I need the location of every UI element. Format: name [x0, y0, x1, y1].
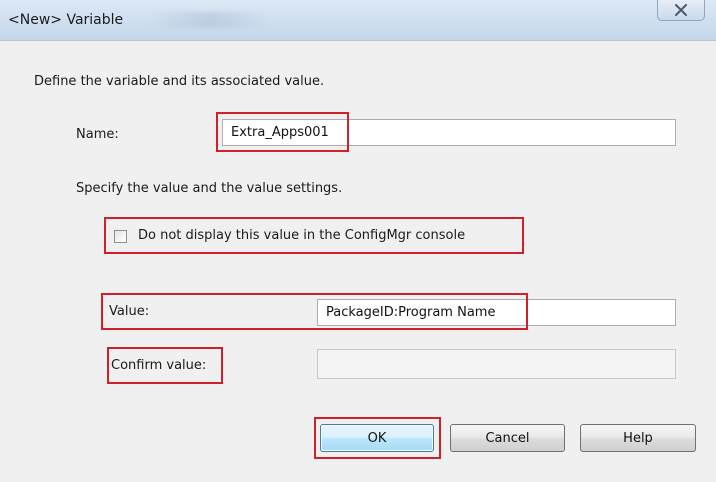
window-title: <New> Variable	[8, 12, 124, 28]
help-button[interactable]: Help	[580, 424, 696, 452]
value-input[interactable]	[317, 299, 676, 326]
ok-button[interactable]: OK	[320, 424, 434, 452]
confirm-value-input[interactable]	[317, 349, 676, 379]
settings-text: Specify the value and the value settings…	[76, 181, 343, 196]
name-label: Name:	[76, 127, 119, 142]
intro-text: Define the variable and its associated v…	[34, 74, 325, 89]
close-button[interactable]	[657, 0, 705, 21]
title-bar[interactable]: <New> Variable	[0, 0, 716, 40]
close-icon	[675, 4, 687, 16]
value-label: Value:	[109, 304, 150, 319]
confirm-value-label: Confirm value:	[111, 358, 207, 373]
title-blur-overlay	[150, 12, 270, 28]
name-input[interactable]	[222, 119, 676, 146]
cancel-button[interactable]: Cancel	[450, 424, 565, 452]
variable-dialog: <New> Variable Define the variable and i…	[0, 0, 716, 482]
dialog-body: Define the variable and its associated v…	[0, 40, 716, 482]
hide-value-label[interactable]: Do not display this value in the ConfigM…	[138, 228, 465, 243]
hide-value-checkbox[interactable]	[114, 230, 127, 243]
